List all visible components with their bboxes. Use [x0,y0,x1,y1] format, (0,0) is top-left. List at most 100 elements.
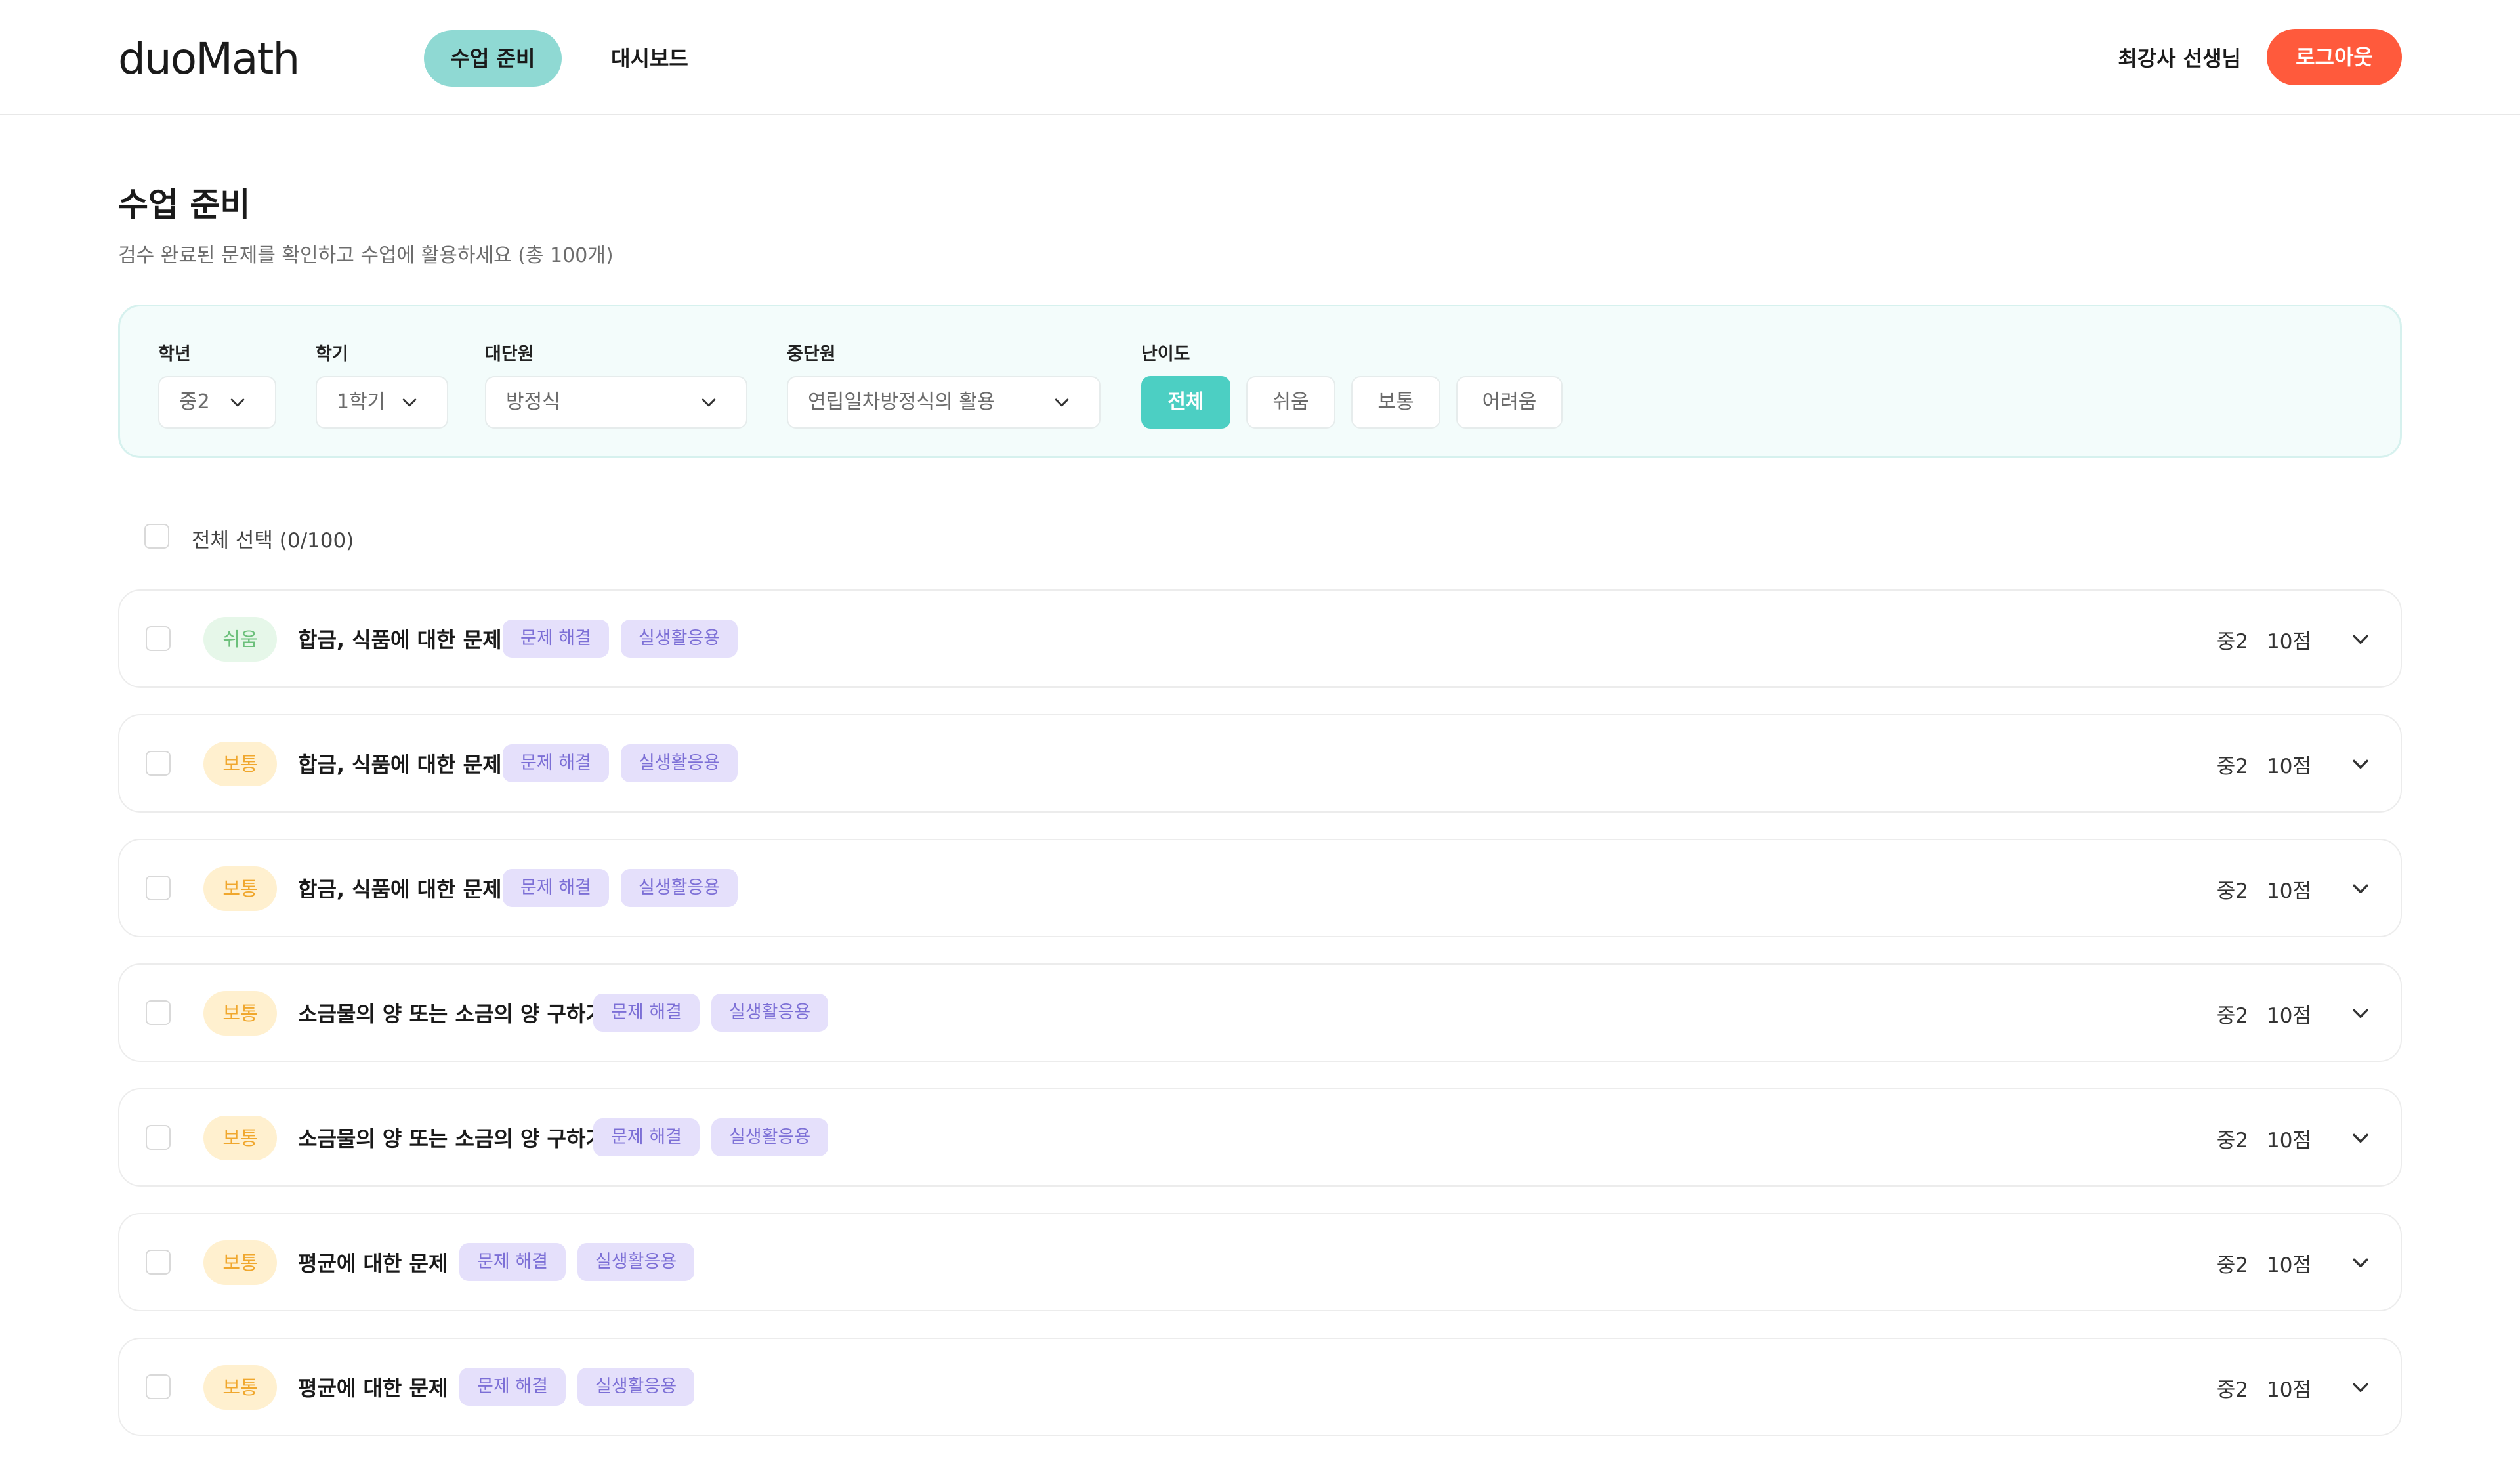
mid-unit-value: 연립일차방정식의 활용 [808,391,996,413]
chevron-down-icon[interactable] [2349,753,2372,776]
problem-grade: 중2 [2216,630,2248,654]
nav-tab-dashboard[interactable]: 대시보드 [591,30,709,87]
tag-real-life: 실생활응용 [711,1118,829,1156]
filter-panel: 학년 중2 학기 1학기 대단원 방정식 중단원 연립일차방정식의 활용 난이도… [118,305,2402,458]
row-checkbox[interactable] [146,876,171,900]
problem-row[interactable]: 보통 평균에 대한 문제 문제 해결 실생활응용 중2 10점 [118,1213,2402,1311]
problem-grade: 중2 [2216,1004,2248,1028]
row-checkbox[interactable] [146,1374,171,1399]
semester-value: 1학기 [337,391,386,413]
problem-points: 10점 [2267,1129,2311,1152]
major-unit-select[interactable]: 방정식 [485,376,747,429]
user-name: 최강사 선생님 [2118,46,2241,71]
difficulty-badge: 보통 [203,1116,277,1160]
difficulty-badge: 쉬움 [203,617,277,662]
major-unit-label: 대단원 [485,344,534,364]
problem-points: 10점 [2267,1004,2311,1028]
tag-real-life: 실생활응용 [577,1368,695,1406]
problem-title: 평균에 대한 문제 [298,1251,448,1276]
tag-group: 문제 해결 실생활응용 [503,744,738,782]
difficulty-badge: 보통 [203,991,277,1036]
tag-group: 문제 해결 실생활응용 [459,1243,695,1281]
tag-real-life: 실생활응용 [620,744,738,782]
tag-group: 문제 해결 실생활응용 [593,994,829,1032]
page-title: 수업 준비 [118,186,251,224]
semester-label: 학기 [316,344,348,364]
row-checkbox[interactable] [146,1250,171,1275]
difficulty-badge: 보통 [203,742,277,786]
problem-row[interactable]: 쉬움 합금, 식품에 대한 문제 문제 해결 실생활응용 중2 10점 [118,589,2402,688]
problem-row[interactable]: 보통 평균에 대한 문제 문제 해결 실생활응용 중2 10점 [118,1338,2402,1436]
row-checkbox[interactable] [146,626,171,651]
row-checkbox[interactable] [146,1000,171,1025]
problem-points: 10점 [2267,630,2311,654]
grade-label: 학년 [158,344,191,364]
row-checkbox[interactable] [146,1125,171,1150]
difficulty-badge: 보통 [203,1365,277,1410]
problem-row[interactable]: 보통 합금, 식품에 대한 문제 문제 해결 실생활응용 중2 10점 [118,714,2402,813]
grade-select[interactable]: 중2 [158,376,276,429]
nav-tab-class-prep[interactable]: 수업 준비 [424,30,562,87]
select-all-checkbox[interactable] [144,524,169,549]
problem-title: 소금물의 양 또는 소금의 양 구하기 [298,1126,605,1151]
select-all-label: 전체 선택 (0/100) [192,529,354,553]
tag-real-life: 실생활응용 [620,620,738,658]
tag-group: 문제 해결 실생활응용 [459,1368,695,1406]
tag-problem-solving: 문제 해결 [503,869,609,907]
chevron-down-icon[interactable] [2349,1377,2372,1399]
major-unit-value: 방정식 [506,391,560,413]
problem-row[interactable]: 보통 소금물의 양 또는 소금의 양 구하기 문제 해결 실생활응용 중2 10… [118,1088,2402,1187]
mid-unit-label: 중단원 [787,344,836,364]
tag-real-life: 실생활응용 [577,1243,695,1281]
problem-grade: 중2 [2216,879,2248,903]
tag-real-life: 실생활응용 [620,869,738,907]
chevron-down-icon[interactable] [2349,878,2372,900]
chevron-down-icon[interactable] [2349,1003,2372,1025]
difficulty-option-hard[interactable]: 어려움 [1456,376,1563,429]
problem-points: 10점 [2267,1378,2311,1402]
logout-button[interactable]: 로그아웃 [2267,29,2402,85]
problem-points: 10점 [2267,755,2311,778]
tag-problem-solving: 문제 해결 [593,994,700,1032]
page-subtitle: 검수 완료된 문제를 확인하고 수업에 활용하세요 (총 100개) [118,244,614,267]
row-checkbox[interactable] [146,751,171,776]
chevron-down-icon[interactable] [2349,629,2372,651]
chevron-down-icon [1055,398,1069,407]
problem-grade: 중2 [2216,1129,2248,1152]
problem-grade: 중2 [2216,1254,2248,1277]
tag-real-life: 실생활응용 [711,994,829,1032]
tag-problem-solving: 문제 해결 [459,1243,566,1281]
chevron-down-icon [702,398,716,407]
difficulty-label: 난이도 [1141,344,1190,364]
problem-grade: 중2 [2216,755,2248,778]
problem-grade: 중2 [2216,1378,2248,1402]
tag-group: 문제 해결 실생활응용 [503,869,738,907]
duomath-logo[interactable]: duoMath [118,33,300,85]
tag-problem-solving: 문제 해결 [593,1118,700,1156]
tag-problem-solving: 문제 해결 [503,620,609,658]
problem-title: 소금물의 양 또는 소금의 양 구하기 [298,1002,605,1026]
difficulty-option-all[interactable]: 전체 [1141,376,1230,429]
difficulty-badge: 보통 [203,1240,277,1285]
tag-problem-solving: 문제 해결 [459,1368,566,1406]
grade-value: 중2 [179,391,210,413]
problem-points: 10점 [2267,1254,2311,1277]
top-header: duoMath 수업 준비 대시보드 최강사 선생님 로그아웃 [0,0,2520,115]
problem-row[interactable]: 보통 합금, 식품에 대한 문제 문제 해결 실생활응용 중2 10점 [118,839,2402,937]
chevron-down-icon [230,398,245,407]
chevron-down-icon[interactable] [2349,1128,2372,1150]
difficulty-badge: 보통 [203,866,277,911]
problem-title: 합금, 식품에 대한 문제 [298,752,502,777]
mid-unit-select[interactable]: 연립일차방정식의 활용 [787,376,1101,429]
difficulty-option-normal[interactable]: 보통 [1351,376,1440,429]
chevron-down-icon [402,398,417,407]
problem-title: 평균에 대한 문제 [298,1376,448,1401]
tag-group: 문제 해결 실생활응용 [593,1118,829,1156]
semester-select[interactable]: 1학기 [316,376,448,429]
problem-row[interactable]: 보통 소금물의 양 또는 소금의 양 구하기 문제 해결 실생활응용 중2 10… [118,963,2402,1062]
chevron-down-icon[interactable] [2349,1252,2372,1275]
difficulty-option-easy[interactable]: 쉬움 [1246,376,1335,429]
tag-group: 문제 해결 실생활응용 [503,620,738,658]
problem-title: 합금, 식품에 대한 문제 [298,877,502,902]
problem-title: 합금, 식품에 대한 문제 [298,627,502,652]
